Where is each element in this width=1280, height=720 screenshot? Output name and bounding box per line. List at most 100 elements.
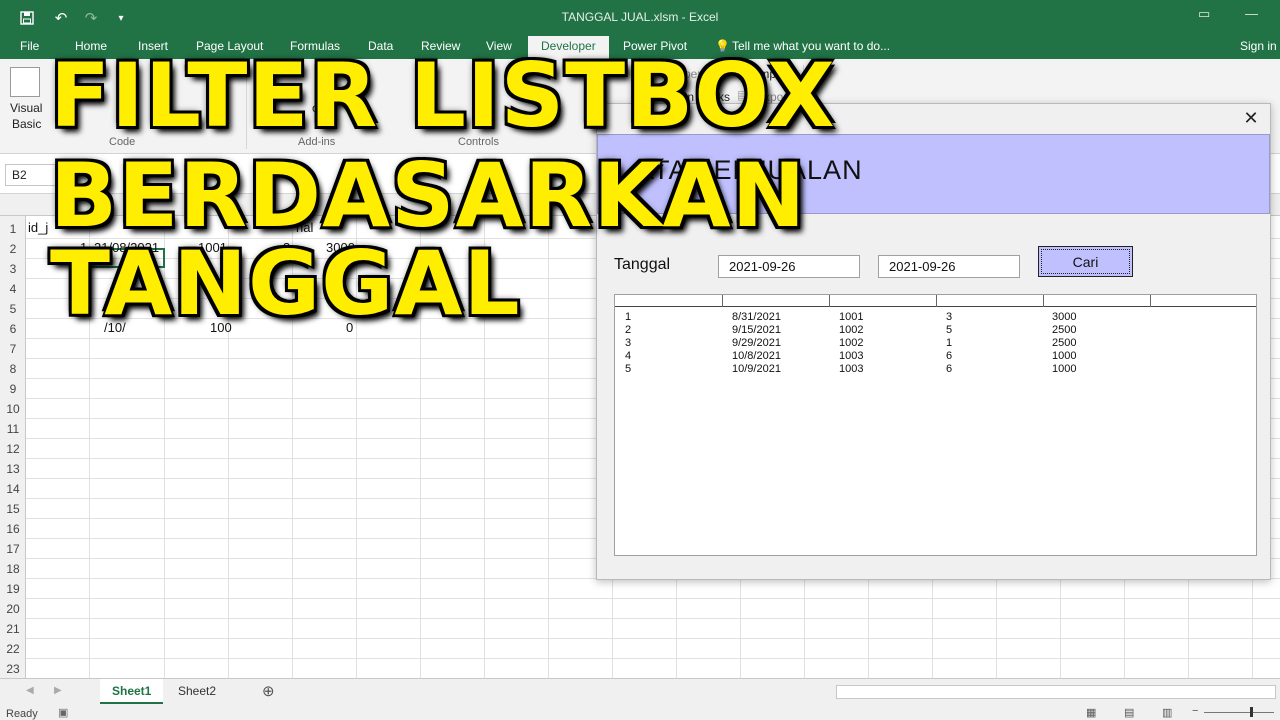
listbox-column-separator (936, 295, 937, 307)
date-to-input[interactable] (878, 255, 1020, 278)
row-tanggal: 9/29/2021 (732, 337, 781, 349)
date-from-input[interactable] (718, 255, 860, 278)
sheet-tab-sheet2[interactable]: Sheet2 (166, 679, 228, 704)
row-number[interactable]: 20 (0, 602, 26, 616)
row-harga: 2500 (1052, 337, 1077, 349)
row-id: 3 (625, 337, 632, 349)
page-break-view-icon[interactable]: ▥ (1162, 706, 1172, 719)
visual-basic-label-1[interactable]: Visual (10, 101, 42, 115)
excel-window: ↶ ↷ ▾ TANGGAL JUAL.xlsm - Excel ▭ — File… (0, 0, 1280, 720)
listbox-row[interactable]: 3 9/29/2021 1002 1 2500 (615, 337, 1256, 350)
row-id: 1 (625, 311, 632, 323)
row-number[interactable]: 7 (0, 342, 26, 356)
zoom-out-icon[interactable]: − (1192, 705, 1198, 717)
sign-in-link[interactable]: Sign in (1240, 39, 1277, 53)
window-title: TANGGAL JUAL.xlsm - Excel (561, 10, 719, 24)
status-bar: Ready ▣ ▦ ▤ ▥ − (0, 705, 1280, 720)
sheet-tab-bar: ◀ ▶ Sheet1 Sheet2 ⊕ (0, 678, 1280, 705)
row-number[interactable]: 5 (0, 302, 26, 316)
row-number[interactable]: 14 (0, 482, 26, 496)
grid-row-line (0, 598, 1280, 599)
row-qty: 6 (946, 363, 953, 375)
search-button[interactable]: Cari (1038, 246, 1133, 277)
row-kode: 1002 (839, 337, 864, 349)
title-bar: ↶ ↷ ▾ TANGGAL JUAL.xlsm - Excel ▭ — (0, 0, 1280, 36)
close-icon[interactable]: ✕ (1240, 108, 1262, 130)
row-harga: 3000 (1052, 311, 1077, 323)
row-harga: 1000 (1052, 350, 1077, 362)
row-qty: 5 (946, 324, 953, 336)
normal-view-icon[interactable]: ▦ (1086, 706, 1096, 719)
listbox-header (615, 295, 1256, 307)
row-number[interactable]: 2 (0, 242, 26, 256)
tanggal-label: Tanggal (614, 256, 671, 273)
row-tanggal: 10/9/2021 (732, 363, 781, 375)
listbox-row[interactable]: 1 8/31/2021 1001 3 3000 (615, 311, 1256, 324)
macro-record-icon[interactable]: ▣ (58, 706, 68, 719)
row-number[interactable]: 21 (0, 622, 26, 636)
row-kode: 1003 (839, 363, 864, 375)
listbox-column-separator (1043, 295, 1044, 307)
row-number[interactable]: 1 (0, 222, 26, 236)
listbox-column-separator (829, 295, 830, 307)
page-layout-view-icon[interactable]: ▤ (1124, 706, 1134, 719)
row-harga: 2500 (1052, 324, 1077, 336)
sheet-tab-sheet1[interactable]: Sheet1 (100, 679, 164, 704)
row-id: 4 (625, 350, 632, 362)
tab-file[interactable]: File (20, 39, 39, 53)
results-listbox[interactable]: 1 8/31/2021 1001 3 3000 2 9/15/2021 1002… (614, 294, 1257, 556)
cell-a1[interactable]: id_j (28, 220, 48, 235)
listbox-column-separator (722, 295, 723, 307)
grid-row-line (0, 658, 1280, 659)
row-number[interactable]: 11 (0, 422, 26, 436)
ribbon-display-options-icon[interactable]: ▭ (1198, 6, 1210, 22)
overlay-title-line-1: FILTER LISTBOX (50, 44, 836, 147)
row-kode: 1002 (839, 324, 864, 336)
visual-basic-label-2[interactable]: Basic (12, 117, 41, 131)
row-tanggal: 9/15/2021 (732, 324, 781, 336)
overlay-title-line-3: TANGGAL (50, 232, 521, 335)
row-number[interactable]: 16 (0, 522, 26, 536)
row-number[interactable]: 12 (0, 442, 26, 456)
row-harga: 1000 (1052, 363, 1077, 375)
zoom-slider[interactable] (1204, 712, 1274, 713)
row-id: 5 (625, 363, 632, 375)
row-number[interactable]: 10 (0, 402, 26, 416)
scroll-left-icon[interactable]: ◀ (26, 685, 34, 696)
add-sheet-icon[interactable]: ⊕ (262, 682, 275, 700)
row-qty: 1 (946, 337, 953, 349)
row-qty: 3 (946, 311, 953, 323)
grid-row-line (0, 638, 1280, 639)
listbox-column-separator (1150, 295, 1151, 307)
row-number[interactable]: 8 (0, 362, 26, 376)
visual-basic-icon (10, 67, 40, 97)
row-number[interactable]: 15 (0, 502, 26, 516)
minimize-icon[interactable]: — (1245, 6, 1258, 21)
row-number[interactable]: 23 (0, 662, 26, 676)
row-number[interactable]: 6 (0, 322, 26, 336)
row-number[interactable]: 17 (0, 542, 26, 556)
listbox-row[interactable]: 2 9/15/2021 1002 5 2500 (615, 324, 1256, 337)
row-tanggal: 10/8/2021 (732, 350, 781, 362)
row-number[interactable]: 19 (0, 582, 26, 596)
status-ready: Ready (6, 708, 38, 720)
zoom-slider-thumb[interactable] (1250, 707, 1253, 717)
row-number[interactable]: 18 (0, 562, 26, 576)
row-id: 2 (625, 324, 632, 336)
grid-column-line (548, 216, 549, 678)
row-kode: 1003 (839, 350, 864, 362)
row-kode: 1001 (839, 311, 864, 323)
row-number[interactable]: 3 (0, 262, 26, 276)
listbox-row[interactable]: 5 10/9/2021 1003 6 1000 (615, 363, 1256, 376)
scroll-right-icon[interactable]: ▶ (54, 685, 62, 696)
overlay-title-line-2: BERDASARKAN (50, 144, 807, 247)
row-number[interactable]: 13 (0, 462, 26, 476)
row-tanggal: 8/31/2021 (732, 311, 781, 323)
horizontal-scrollbar[interactable] (836, 685, 1276, 699)
grid-row-line (0, 618, 1280, 619)
row-number[interactable]: 4 (0, 282, 26, 296)
listbox-row[interactable]: 4 10/8/2021 1003 6 1000 (615, 350, 1256, 363)
row-number[interactable]: 9 (0, 382, 26, 396)
row-number[interactable]: 22 (0, 642, 26, 656)
row-qty: 6 (946, 350, 953, 362)
